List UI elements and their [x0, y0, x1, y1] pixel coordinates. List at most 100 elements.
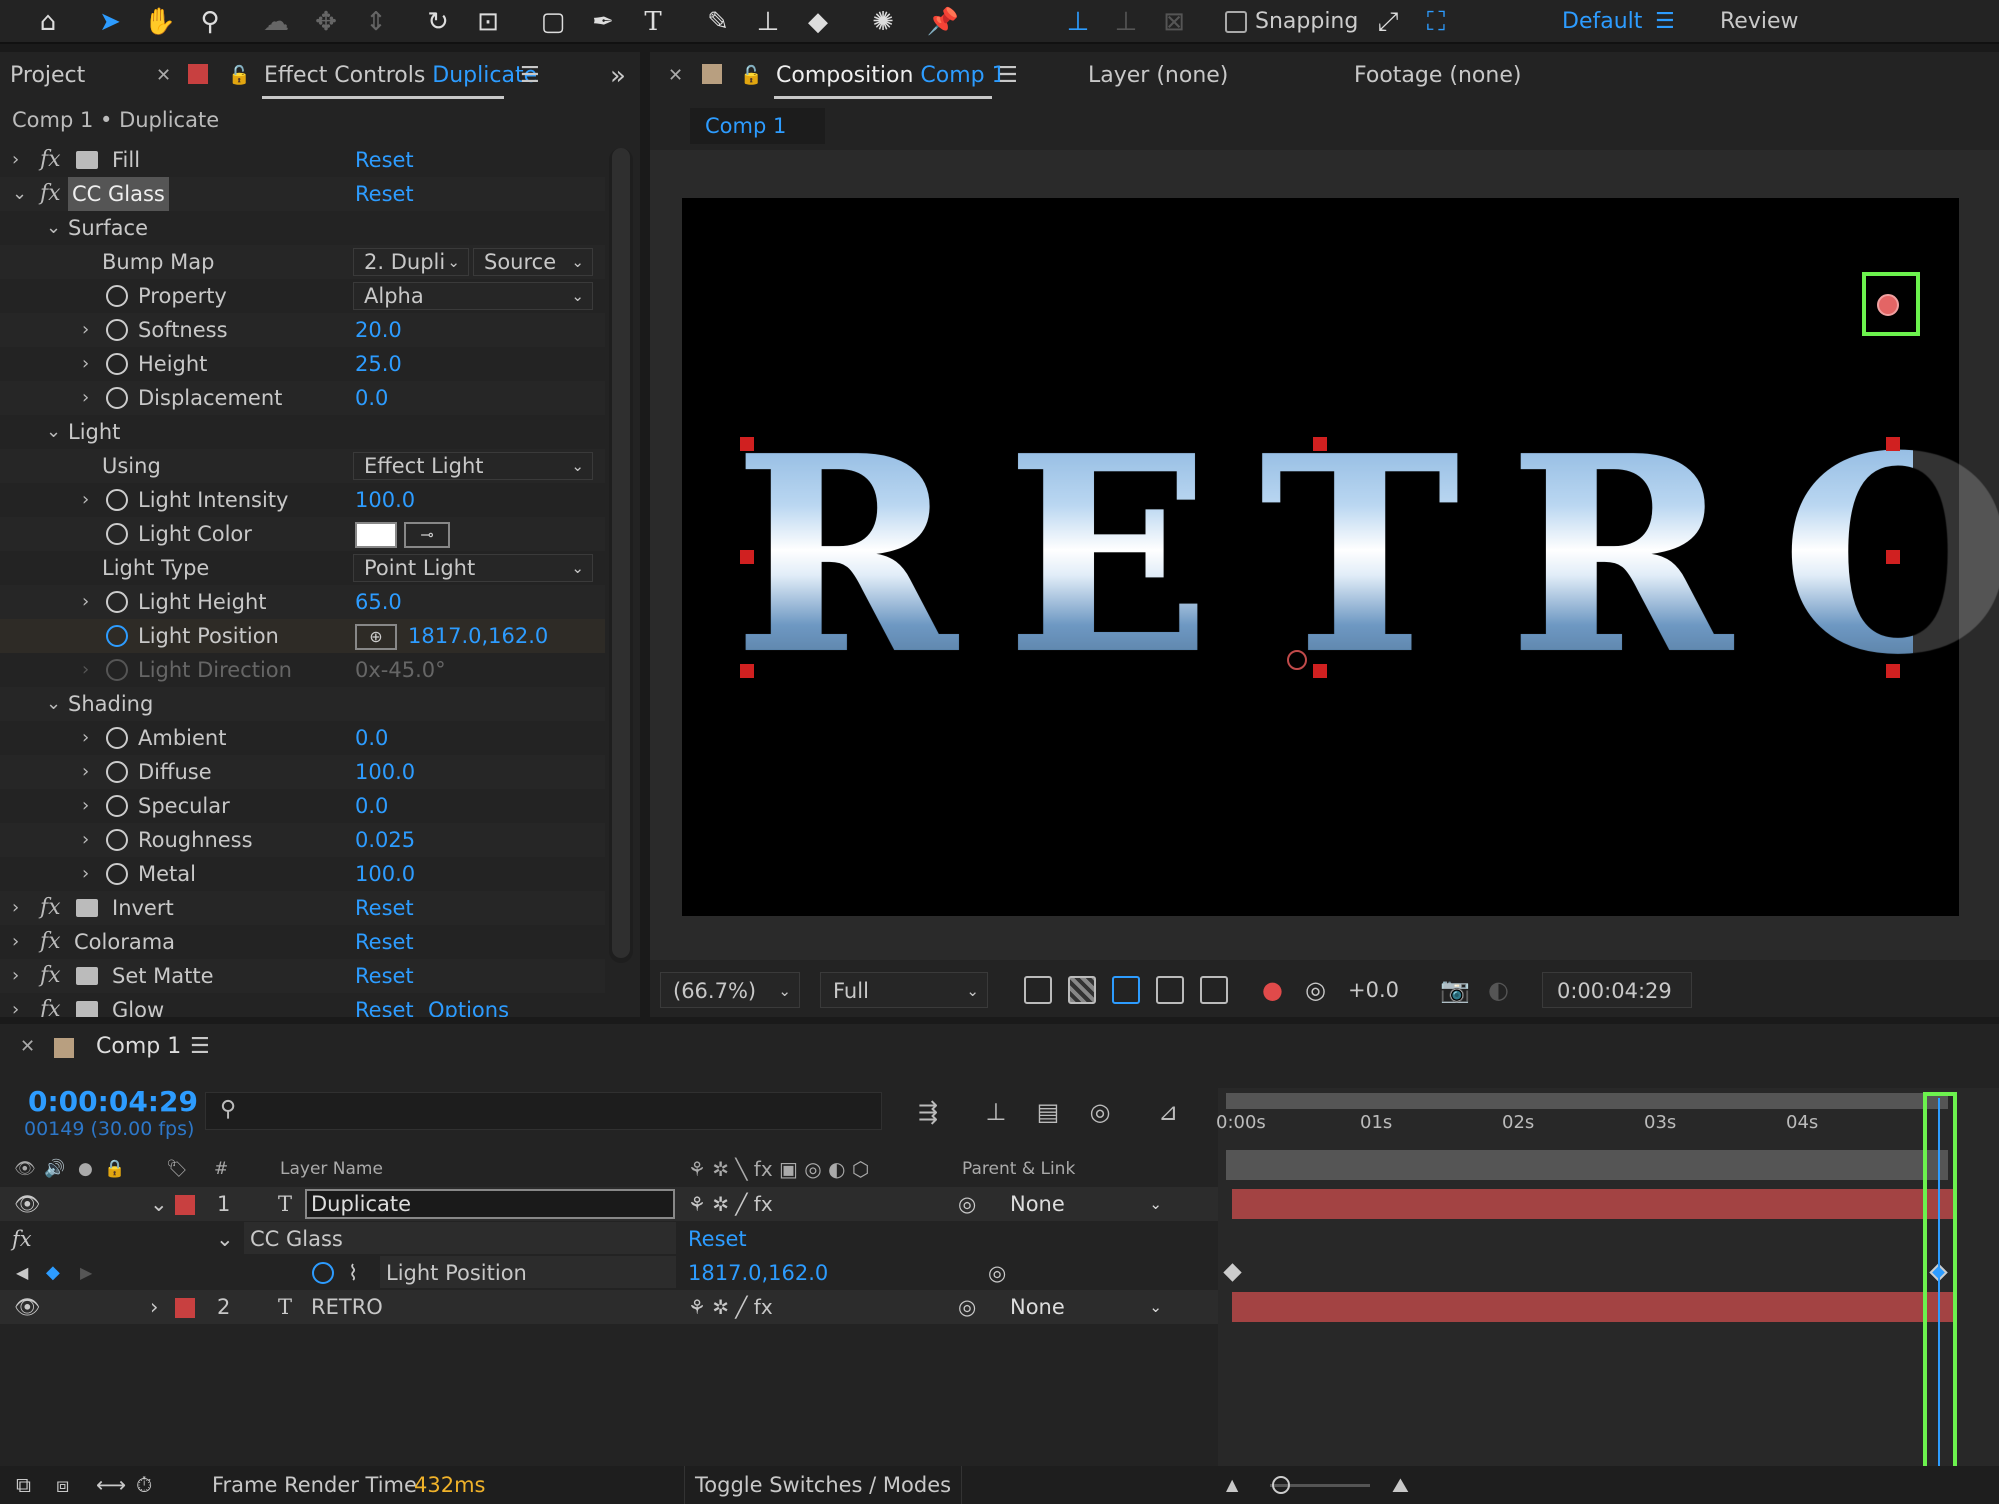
label-icon[interactable]: 🏷: [166, 1152, 188, 1186]
graph-icon[interactable]: ⌇: [348, 1256, 358, 1290]
reset-link[interactable]: Reset: [355, 143, 414, 177]
prop-value[interactable]: 100.0: [355, 483, 415, 517]
close-icon[interactable]: ✕: [156, 52, 171, 100]
stopwatch-icon[interactable]: [106, 659, 128, 681]
lock-icon[interactable]: 🔓: [740, 52, 762, 100]
pickwhip-icon[interactable]: ◎: [958, 1187, 976, 1221]
hide-shy-layers-icon[interactable]: ▤: [1032, 1097, 1064, 1127]
keyframe-toggle-icon[interactable]: ◆: [46, 1256, 60, 1290]
fx-icon[interactable]: fx: [12, 1222, 32, 1256]
graph-editor-icon[interactable]: ⊿: [1152, 1097, 1184, 1127]
layer-search-input[interactable]: ⚲: [205, 1092, 882, 1130]
view-axis-icon[interactable]: ⊠: [1156, 4, 1192, 40]
scrollbar-thumb[interactable]: [612, 148, 630, 958]
zoom-out-icon[interactable]: ▲: [1226, 1466, 1238, 1504]
snap-features-icon[interactable]: ⛶: [1418, 4, 1454, 40]
timeline-track-area[interactable]: [1218, 1088, 1999, 1466]
transform-handle[interactable]: [1886, 437, 1900, 451]
effect-name[interactable]: CC Glass: [244, 1222, 676, 1254]
next-keyframe-icon[interactable]: ▶: [80, 1256, 92, 1290]
chevron-down-icon[interactable]: ⌄: [46, 211, 61, 245]
stopwatch-icon[interactable]: [106, 727, 128, 749]
rectangle-tool-icon[interactable]: ▢: [535, 4, 571, 40]
chevron-right-icon[interactable]: ›: [82, 755, 89, 789]
light-color-swatch[interactable]: [355, 522, 397, 548]
stopwatch-icon[interactable]: [106, 353, 128, 375]
eye-icon[interactable]: 👁: [14, 1187, 41, 1221]
panel-menu-icon[interactable]: ☰: [190, 1034, 210, 1059]
stopwatch-icon[interactable]: [106, 591, 128, 613]
stopwatch-icon[interactable]: [106, 489, 128, 511]
prop-value[interactable]: 25.0: [355, 347, 402, 381]
stopwatch-icon[interactable]: [106, 523, 128, 545]
stopwatch-active-icon[interactable]: [312, 1262, 334, 1284]
stopwatch-icon[interactable]: [106, 829, 128, 851]
show-snapshot-icon[interactable]: ◐: [1488, 972, 1509, 1008]
rotate-tool-icon[interactable]: ↻: [420, 4, 456, 40]
property-dropdown[interactable]: Alpha ⌄: [353, 282, 593, 310]
zoom-slider-handle[interactable]: [1272, 1476, 1290, 1494]
color-management-icon[interactable]: ◎: [1305, 972, 1326, 1008]
hand-tool-icon[interactable]: ✋: [142, 4, 178, 40]
parent-link-header[interactable]: Parent & Link: [962, 1152, 1075, 1186]
effect-glow[interactable]: › fx Glow Reset Options: [0, 993, 605, 1017]
effect-colorama[interactable]: › fx Colorama Reset: [0, 925, 605, 959]
resolution-dropdown[interactable]: Full ⌄: [820, 972, 988, 1008]
selection-tool-icon[interactable]: ➤: [92, 4, 128, 40]
reset-link[interactable]: Reset: [355, 959, 414, 993]
chevron-right-icon[interactable]: ›: [12, 925, 19, 959]
workspace-review[interactable]: Review: [1720, 0, 1799, 44]
transform-handle[interactable]: [740, 664, 754, 678]
chevron-down-icon[interactable]: ⌄: [12, 177, 27, 211]
snapping-toggle[interactable]: Snapping: [1225, 0, 1358, 44]
effect-invert[interactable]: › fx Invert Reset: [0, 891, 605, 925]
parent-dropdown[interactable]: None ⌄: [1000, 1292, 1170, 1322]
chevron-down-icon[interactable]: ⌄: [46, 687, 61, 721]
pen-tool-icon[interactable]: ✒: [585, 4, 621, 40]
effect-cc-glass[interactable]: ⌄ fx CC Glass Reset: [0, 177, 605, 211]
comp-mini-flowchart-icon[interactable]: ⇶: [912, 1097, 944, 1127]
retro-text-layer[interactable]: RETRO: [733, 420, 1999, 690]
snapping-checkbox[interactable]: [1225, 11, 1247, 33]
transform-handle[interactable]: [1313, 437, 1327, 451]
time-navigator[interactable]: [1226, 1093, 1948, 1109]
workspace-default[interactable]: Default: [1562, 0, 1642, 44]
prop-value[interactable]: 0.0: [355, 381, 388, 415]
fx-icon[interactable]: fx: [40, 177, 61, 211]
property-row-light-position[interactable]: ◀ ◆ ▶ ⌇ Light Position 1817.0,162.0 ◎: [0, 1256, 1218, 1290]
roto-brush-tool-icon[interactable]: ✺: [865, 4, 901, 40]
using-dropdown[interactable]: Effect Light ⌄: [353, 452, 593, 480]
effect-name[interactable]: CC Glass: [68, 177, 169, 211]
puppet-pin-tool-icon[interactable]: 📌: [925, 4, 961, 40]
fx-icon[interactable]: fx: [40, 925, 61, 959]
snapshot-icon[interactable]: 📷: [1440, 972, 1470, 1008]
grid-guides-icon[interactable]: [1200, 976, 1228, 1004]
stopwatch-icon[interactable]: [106, 795, 128, 817]
stopwatch-icon[interactable]: [106, 863, 128, 885]
expand-panels-icon[interactable]: »: [610, 52, 626, 100]
snap-edges-icon[interactable]: ⤢: [1370, 4, 1406, 40]
zoom-in-icon[interactable]: ⛰: [1392, 1466, 1409, 1504]
effect-row-cc-glass[interactable]: fx ⌄ CC Glass Reset: [0, 1222, 1218, 1256]
work-area-bar[interactable]: [1226, 1150, 1948, 1180]
crosshair-icon[interactable]: ⊕: [355, 624, 397, 650]
stopwatch-icon[interactable]: [106, 285, 128, 307]
layer-name[interactable]: RETRO: [311, 1290, 383, 1324]
chevron-right-icon[interactable]: ›: [82, 823, 89, 857]
world-axis-icon[interactable]: ⊥: [1108, 4, 1144, 40]
chevron-right-icon[interactable]: ›: [82, 857, 89, 891]
light-position-point[interactable]: [1877, 294, 1899, 316]
time-ruler[interactable]: 0:00s 01s 02s 03s 04s: [1216, 1110, 1976, 1140]
chevron-right-icon[interactable]: ›: [82, 789, 89, 823]
effect-fill[interactable]: › fx Fill Reset: [0, 143, 605, 177]
pan-tool-icon[interactable]: ✥: [308, 4, 344, 40]
effect-set-matte[interactable]: › fx Set Matte Reset: [0, 959, 605, 993]
frame-blending-icon[interactable]: ◎: [1084, 1097, 1116, 1127]
tab-composition[interactable]: Composition Comp 1: [776, 52, 1006, 100]
fx-icon[interactable]: fx: [40, 891, 61, 925]
solo-icon[interactable]: ●: [78, 1152, 93, 1186]
chevron-right-icon[interactable]: ›: [82, 381, 89, 415]
group-shading[interactable]: ⌄ Shading: [0, 687, 605, 721]
type-tool-icon[interactable]: T: [635, 4, 671, 40]
panel-menu-icon[interactable]: ☰: [520, 52, 540, 100]
